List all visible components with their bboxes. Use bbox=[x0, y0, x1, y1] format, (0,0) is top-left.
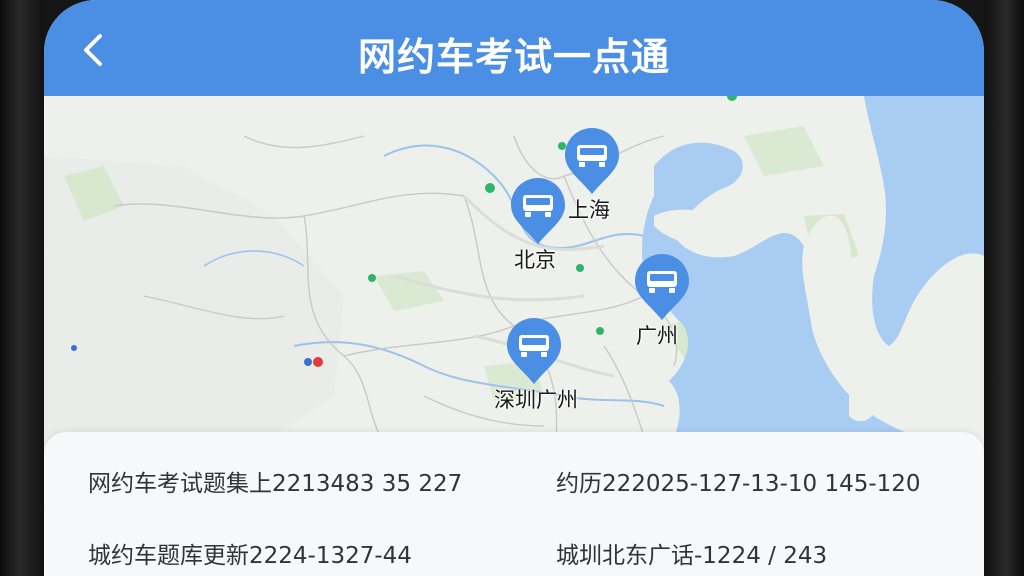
city-label-shanghai: 上海 bbox=[568, 198, 610, 222]
map-marker-guangzhou[interactable] bbox=[632, 252, 692, 322]
location-pin-icon bbox=[635, 254, 689, 320]
info-panel: 网约车考试题集上2213483 35 227 约历222025-127-13-1… bbox=[44, 432, 984, 576]
phone-bezel-right bbox=[984, 0, 1024, 576]
info-row1-right[interactable]: 约历222025-127-13-10 145-120 bbox=[556, 464, 921, 498]
location-pin-icon bbox=[565, 128, 619, 194]
page-title: 网约车考试一点通 bbox=[357, 35, 670, 79]
phone-bezel-left bbox=[0, 0, 44, 576]
location-pin-icon bbox=[511, 178, 565, 244]
city-label-shenzhen-guangzhou: 深圳广州 bbox=[494, 388, 578, 412]
map-view[interactable]: 上海 北京 广州 深圳广州 bbox=[44, 96, 984, 456]
info-row2-right[interactable]: 城圳北东广话-1224 / 243 bbox=[556, 536, 827, 570]
map-marker-beijing[interactable] bbox=[508, 176, 568, 246]
map-marker-shanghai[interactable] bbox=[562, 126, 622, 196]
map-marker-shenzhen[interactable] bbox=[504, 316, 564, 386]
location-pin-icon bbox=[507, 318, 561, 384]
info-row2-left[interactable]: 城约车题库更新2224-1327-44 bbox=[88, 536, 412, 570]
app-screen: 网约车考试一点通 上海 北京 广州 深圳广州 网约车考试题集上2213483 3… bbox=[44, 0, 984, 576]
phone-frame: 网约车考试一点通 上海 北京 广州 深圳广州 网约车考试题集上2213483 3… bbox=[0, 0, 1024, 576]
app-header: 网约车考试一点通 bbox=[44, 0, 984, 96]
info-row1-left[interactable]: 网约车考试题集上2213483 35 227 bbox=[88, 464, 462, 498]
city-label-guangzhou: 广州 bbox=[636, 324, 678, 348]
city-label-beijing: 北京 bbox=[514, 248, 556, 272]
